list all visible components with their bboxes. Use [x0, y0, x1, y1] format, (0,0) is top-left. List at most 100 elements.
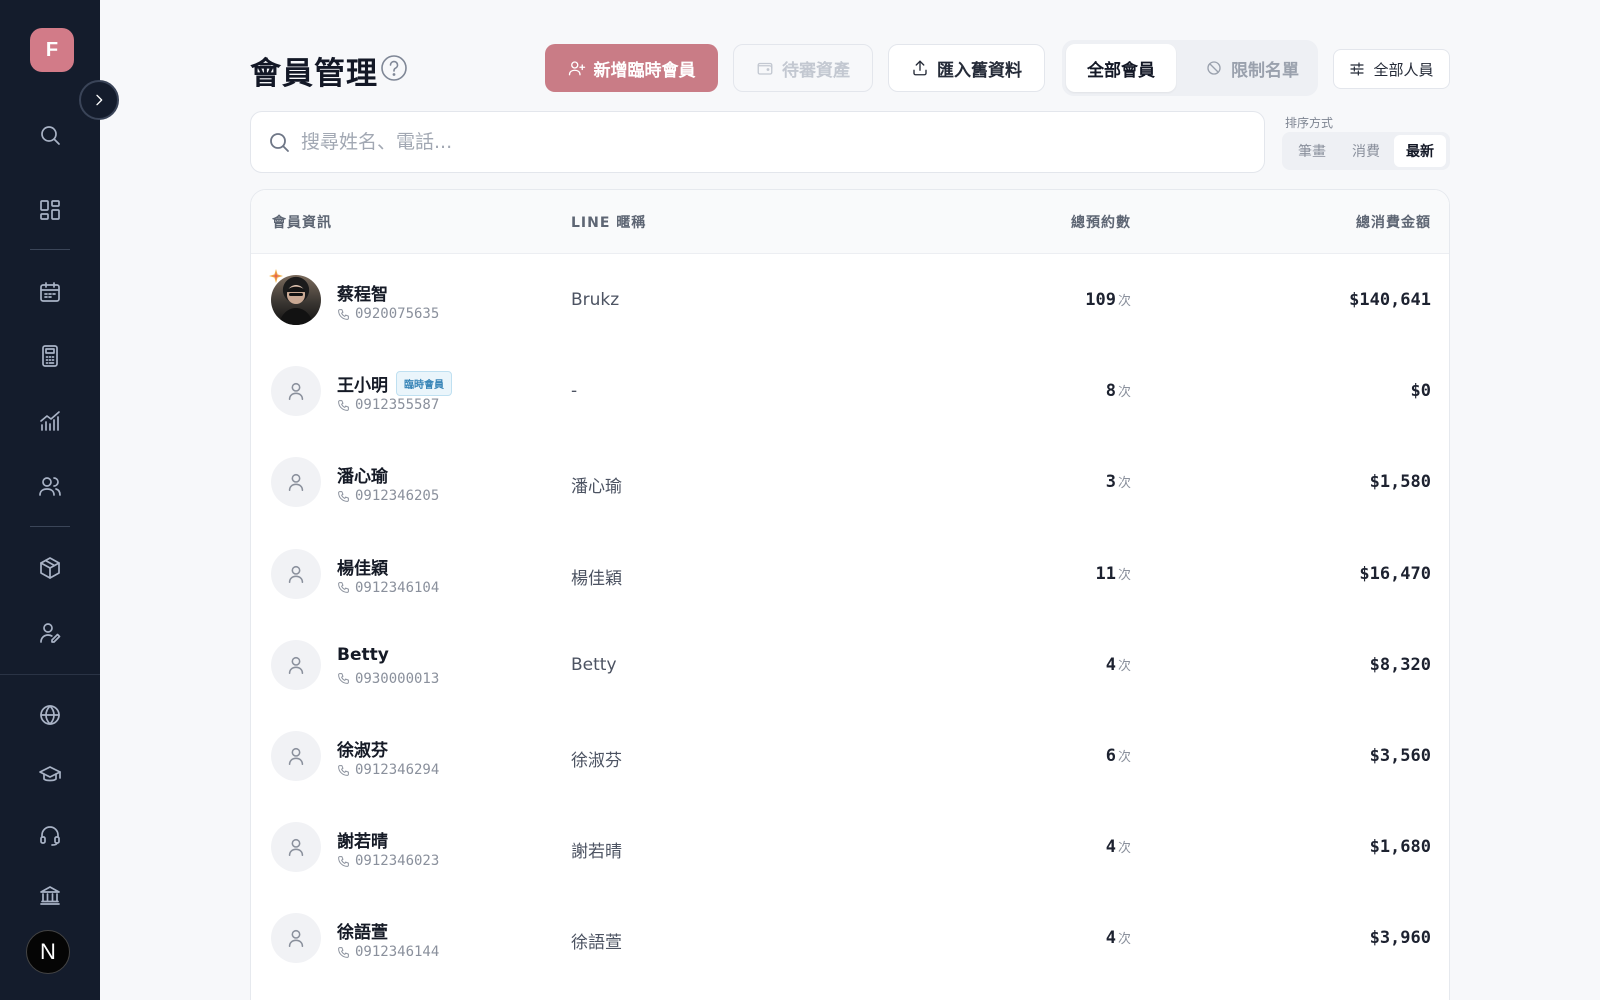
sparkle-icon	[267, 268, 285, 286]
table-row[interactable]: 徐淑芬 0912346294 徐淑芬 6 次 $3,560	[251, 710, 1449, 801]
bank-icon[interactable]	[30, 875, 70, 915]
user-avatar[interactable]: N	[26, 930, 70, 974]
member-phone: 0912346205	[337, 488, 439, 504]
user-plus-icon	[568, 61, 585, 76]
import-old-data-label: 匯入舊資料	[937, 60, 1022, 81]
sidebar-expand-button[interactable]	[79, 80, 119, 120]
globe-icon[interactable]	[30, 695, 70, 735]
table-row[interactable]: 王小明 臨時會員 0912355587 - 8 次 $0	[251, 345, 1449, 436]
phone-icon	[338, 308, 349, 320]
ban-icon	[1207, 61, 1221, 75]
dashboard-icon[interactable]	[30, 190, 70, 230]
total-spending: $3,960	[1369, 928, 1431, 949]
page-title: 會員管理	[250, 56, 378, 92]
users-icon[interactable]	[30, 466, 70, 506]
line-nickname: Brukz	[571, 290, 620, 310]
total-bookings: 6次	[1106, 746, 1131, 766]
total-bookings: 8次	[1106, 381, 1131, 401]
tab-all-members[interactable]: 全部會員	[1066, 44, 1176, 92]
table-row[interactable]: 蔡程智 0920075635 Brukz 109 次 $140,641	[251, 254, 1449, 345]
phone-icon	[338, 491, 349, 502]
total-spending: $140,641	[1349, 290, 1431, 310]
line-nickname: 徐語萱	[571, 933, 622, 954]
total-spending: $1,680	[1369, 837, 1431, 858]
table-row[interactable]: Betty 0930000013 Betty 4 次 $8,320	[251, 619, 1449, 710]
member-avatar	[271, 822, 321, 873]
member-name[interactable]: 徐淑芬	[337, 736, 388, 761]
column-header-total-bookings[interactable]: 總預約數	[1071, 212, 1131, 232]
brand-logo[interactable]: F	[30, 28, 74, 72]
user-icon	[288, 747, 304, 766]
member-phone: 0912346294	[337, 762, 439, 778]
total-bookings-value: 4	[1105, 928, 1116, 949]
line-nickname: 楊佳穎	[571, 568, 622, 589]
total-bookings: 109 次	[1085, 290, 1131, 310]
search-icon[interactable]	[30, 115, 70, 155]
import-old-data-button[interactable]: 匯入舊資料	[888, 44, 1045, 92]
user-icon	[288, 383, 304, 401]
sort-option-spending[interactable]: 消費	[1340, 135, 1392, 167]
member-name[interactable]: 楊佳穎	[337, 554, 388, 579]
user-icon	[288, 656, 304, 674]
add-temp-member-label: 新增臨時會員	[593, 60, 696, 81]
headset-icon[interactable]	[30, 815, 70, 855]
help-icon[interactable]	[380, 54, 408, 82]
column-header-total-spending[interactable]: 總消費金額	[1356, 212, 1431, 232]
total-bookings: 11 次	[1096, 564, 1132, 584]
member-name-cell: 王小明 臨時會員	[337, 371, 452, 397]
sidebar-divider	[30, 249, 70, 250]
sidebar: F N	[0, 0, 100, 1000]
total-bookings-value: 3	[1105, 472, 1116, 493]
table-row[interactable]: 楊佳穎 0912346104 楊佳穎 11 次 $16,470	[251, 528, 1449, 619]
member-phone: 0930000013	[337, 671, 439, 687]
analytics-icon[interactable]	[30, 401, 70, 441]
member-name[interactable]: 蔡程智	[337, 280, 388, 305]
member-phone: 0912346104	[337, 580, 439, 596]
graduation-cap-icon[interactable]	[30, 755, 70, 795]
member-name[interactable]: 徐語萱	[337, 918, 388, 943]
calendar-icon[interactable]	[30, 272, 70, 312]
sort-option-strokes[interactable]: 筆畫	[1286, 135, 1338, 167]
member-name[interactable]: 王小明	[337, 371, 388, 396]
total-bookings: 3次	[1106, 472, 1131, 492]
line-nickname: 潘心瑜	[571, 477, 622, 498]
add-temp-member-button[interactable]: 新增臨時會員	[545, 44, 718, 92]
member-name-cell: Betty	[337, 645, 389, 665]
total-bookings: 4次	[1106, 837, 1131, 857]
calculator-icon[interactable]	[30, 336, 70, 376]
sliders-icon	[1350, 62, 1365, 76]
member-name[interactable]: 潘心瑜	[337, 462, 388, 487]
member-avatar	[271, 731, 321, 781]
member-name-cell: 楊佳穎	[337, 554, 388, 579]
count-unit: 次	[1117, 841, 1131, 857]
tab-blacklist[interactable]: 限制名單	[1194, 44, 1310, 92]
member-avatar	[271, 366, 321, 417]
temp-member-badge: 臨時會員	[396, 371, 452, 397]
count-unit: 次	[1117, 658, 1131, 674]
sort-segment: 筆畫 消費 最新	[1282, 132, 1450, 170]
line-nickname: -	[571, 381, 578, 402]
count-unit: 次	[1117, 294, 1131, 309]
table-row[interactable]: 潘心瑜 0912346205 潘心瑜 3 次 $1,580	[251, 436, 1449, 527]
staff-edit-icon[interactable]	[30, 613, 70, 653]
member-phone: 0912355587	[337, 397, 439, 413]
column-header-member-info[interactable]: 會員資訊	[272, 212, 332, 232]
member-phone-number: 0912346104	[355, 579, 440, 596]
member-filter-segment: 全部會員 限制名單	[1062, 40, 1318, 96]
package-icon[interactable]	[30, 548, 70, 588]
member-name[interactable]: 謝若晴	[337, 827, 388, 852]
staff-filter-button[interactable]: 全部人員	[1333, 49, 1450, 89]
member-name-cell: 徐淑芬	[337, 736, 388, 761]
table-row[interactable]: 徐語萱 0912346144 徐語萱 4 次 $3,960	[251, 892, 1449, 983]
pending-assets-label: 待審資產	[782, 60, 850, 81]
search-input[interactable]	[301, 124, 1241, 160]
total-spending: $16,470	[1359, 563, 1431, 584]
member-name[interactable]: Betty	[337, 645, 389, 665]
pending-assets-button[interactable]: 待審資產	[733, 44, 873, 92]
member-name-cell: 蔡程智	[337, 280, 388, 305]
column-header-line-nickname[interactable]: LINE 暱稱	[571, 212, 646, 232]
sort-option-newest[interactable]: 最新	[1394, 135, 1446, 167]
sort-label: 排序方式	[1285, 116, 1334, 130]
table-row[interactable]: 謝若晴 0912346023 謝若晴 4 次 $1,680	[251, 801, 1449, 892]
total-bookings-value: 6	[1105, 746, 1116, 766]
